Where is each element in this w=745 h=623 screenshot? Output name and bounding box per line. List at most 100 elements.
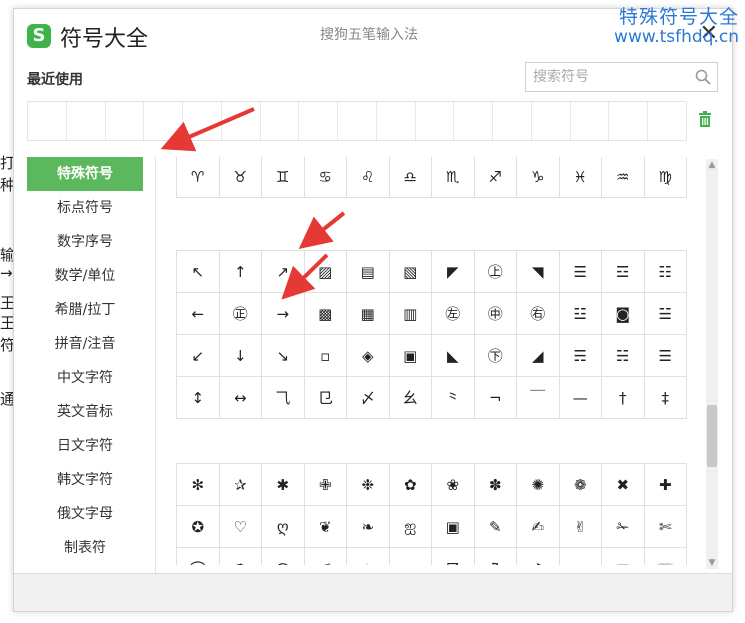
symbol-cell[interactable]: ↔ — [219, 377, 262, 419]
symbol-cell[interactable]: ✺ — [517, 464, 560, 506]
symbol-cell[interactable]: ✍ — [517, 506, 560, 548]
category-item[interactable]: 数学/单位 — [27, 259, 143, 293]
symbol-cell[interactable]: ✉ — [602, 548, 645, 565]
symbol-cell[interactable]: ⺋ — [304, 377, 347, 419]
recent-symbol-slot[interactable] — [454, 102, 494, 140]
symbol-cell[interactable]: ∴ — [560, 548, 602, 565]
symbol-cell[interactable]: ◢ — [517, 335, 560, 377]
symbol-cell[interactable]: ✚ — [644, 464, 687, 506]
symbol-cell[interactable]: → — [262, 293, 305, 335]
symbol-cell[interactable]: ☰ — [644, 335, 687, 377]
symbol-cell[interactable]: ◙ — [602, 293, 645, 335]
symbol-cell[interactable]: ▫ — [304, 335, 347, 377]
symbol-cell[interactable]: ☈ — [432, 548, 475, 565]
search-input[interactable] — [533, 67, 688, 87]
symbol-cell[interactable]: ❉ — [347, 464, 390, 506]
symbol-cell[interactable]: ☳ — [559, 293, 602, 335]
symbol-cell[interactable]: ✐ — [305, 548, 347, 565]
symbol-cell[interactable]: ↑ — [219, 251, 262, 293]
recent-symbol-slot[interactable] — [299, 102, 339, 140]
symbol-cell[interactable]: 〆 — [347, 377, 390, 419]
symbol-cell[interactable]: ☲ — [602, 251, 645, 293]
recent-symbol-slot[interactable] — [377, 102, 416, 140]
recent-symbol-slot[interactable] — [571, 102, 610, 140]
recent-symbol-slot[interactable] — [144, 102, 184, 140]
category-item[interactable]: 俄文字母 — [27, 497, 143, 531]
symbol-cell[interactable]: ❁ — [559, 464, 602, 506]
symbol-cell[interactable]: ☰ — [559, 251, 602, 293]
symbol-cell[interactable]: ↘ — [262, 335, 305, 377]
symbol-cell[interactable]: ☵ — [602, 335, 645, 377]
symbol-cell[interactable]: ▣ — [432, 506, 475, 548]
symbol-cell[interactable]: ♉ — [219, 157, 262, 198]
symbol-cell[interactable]: ◥ — [517, 251, 560, 293]
symbol-cell[interactable]: ✽ — [474, 464, 517, 506]
symbol-cell[interactable]: ♋ — [304, 157, 347, 198]
category-item[interactable]: 中文字符 — [27, 361, 143, 395]
symbol-cell[interactable]: ♓ — [559, 157, 602, 198]
scroll-down-icon[interactable]: ▼ — [706, 557, 718, 569]
symbol-cell[interactable]: ▦ — [347, 293, 390, 335]
symbol-cell[interactable]: ㊥ — [474, 293, 517, 335]
symbol-cell[interactable]: ¬ — [474, 377, 517, 419]
symbol-cell[interactable]: ♎ — [389, 157, 432, 198]
symbol-cell[interactable]: ✙ — [304, 464, 347, 506]
symbol-cell[interactable]: ☂ — [220, 548, 262, 565]
symbol-cell[interactable]: ㊤ — [474, 251, 517, 293]
category-item[interactable]: 制表符 — [27, 531, 143, 565]
recent-symbol-slot[interactable] — [67, 102, 106, 140]
symbol-cell[interactable]: ✎ — [474, 506, 517, 548]
recent-symbol-slot[interactable] — [261, 102, 300, 140]
symbol-cell[interactable]: ✌ — [559, 506, 602, 548]
category-item[interactable]: 拼音/注音 — [27, 327, 143, 361]
recent-symbol-slot[interactable] — [106, 102, 145, 140]
symbol-cell[interactable]: ♑ — [517, 157, 560, 198]
symbol-cell[interactable]: ↓ — [219, 335, 262, 377]
recent-symbol-slot[interactable] — [648, 102, 686, 140]
scroll-up-icon[interactable]: ▲ — [706, 159, 718, 171]
category-item[interactable]: 日文字符 — [27, 429, 143, 463]
symbol-cell[interactable]: ✪ — [177, 506, 220, 548]
symbol-cell[interactable]: ✻ — [177, 464, 220, 506]
symbol-cell[interactable]: ♏ — [432, 157, 475, 198]
symbol-cell[interactable]: ღ — [262, 506, 305, 548]
symbol-cell[interactable]: ♡ — [219, 506, 262, 548]
symbol-cell[interactable]: ☷ — [644, 251, 687, 293]
symbol-cell[interactable]: ‡ — [644, 377, 687, 419]
symbol-cell[interactable]: ❀ — [432, 464, 475, 506]
symbol-cell[interactable]: ♈ — [177, 157, 220, 198]
symbol-cell[interactable]: ⺀ — [432, 377, 475, 419]
symbol-cell[interactable]: ♨ — [347, 548, 390, 565]
symbol-cell[interactable]: ↙ — [177, 335, 220, 377]
symbol-cell[interactable]: ❦ — [304, 506, 347, 548]
symbol-cell[interactable]: ◣ — [432, 335, 475, 377]
symbol-cell[interactable]: ✱ — [262, 464, 305, 506]
symbol-cell[interactable]: ㊣ — [219, 293, 262, 335]
recent-symbol-slot[interactable] — [609, 102, 649, 140]
symbol-cell[interactable]: ✿ — [389, 464, 432, 506]
symbol-cell[interactable]: ☏ — [645, 548, 687, 565]
symbol-cell[interactable]: ▨ — [304, 251, 347, 293]
symbol-cell[interactable]: † — [602, 377, 645, 419]
scrollbar[interactable]: ▲ ▼ — [706, 159, 718, 569]
symbol-cell[interactable]: ▩ — [304, 293, 347, 335]
symbol-cell[interactable]: ↗ — [262, 251, 305, 293]
symbol-cell[interactable]: ✄ — [644, 506, 687, 548]
symbol-cell[interactable]: ♐ — [474, 157, 517, 198]
category-item[interactable]: 标点符号 — [27, 191, 143, 225]
category-item[interactable]: 希腊/拉丁 — [27, 293, 143, 327]
symbol-cell[interactable]: ☱ — [644, 293, 687, 335]
symbol-cell[interactable]: ஐ — [389, 506, 432, 548]
symbol-cell[interactable]: ♌ — [347, 157, 390, 198]
symbol-cell[interactable]: ✖ — [602, 464, 645, 506]
symbol-cell[interactable]: ⌒ — [177, 548, 220, 565]
symbol-cell[interactable]: ▣ — [389, 335, 432, 377]
symbol-cell[interactable]: ▥ — [389, 293, 432, 335]
symbol-cell[interactable]: ♪ — [517, 548, 560, 565]
recent-symbol-slot[interactable] — [222, 102, 261, 140]
symbol-cell[interactable]: ㊧ — [432, 293, 475, 335]
category-item[interactable]: 英文音标 — [27, 395, 143, 429]
symbol-cell[interactable]: ❧ — [347, 506, 390, 548]
symbol-cell[interactable]: ‹ — [390, 548, 432, 565]
symbol-cell[interactable]: ✁ — [602, 506, 645, 548]
